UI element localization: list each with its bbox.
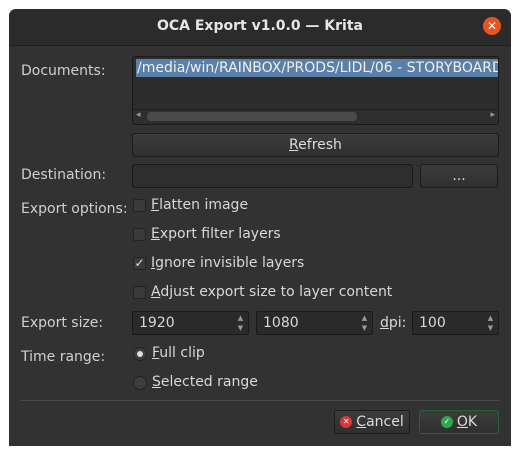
close-icon[interactable]: ✕ — [483, 17, 501, 35]
height-spin-arrows[interactable]: ▲ ▼ — [359, 313, 370, 333]
width-spinbox[interactable]: 1920 ▲ ▼ — [132, 311, 249, 335]
destination-label: Destination: — [21, 167, 107, 183]
option-mnemonic: F — [151, 197, 160, 213]
refresh-label-mnemonic: R — [289, 137, 299, 153]
scroll-right-icon[interactable]: ▸ — [490, 110, 495, 120]
dpi-label: dpi: — [380, 315, 406, 331]
scrollbar-handle[interactable] — [147, 112, 357, 121]
horizontal-scrollbar[interactable]: ◂ ▸ — [133, 109, 498, 124]
full-clip-label[interactable]: Full clip — [152, 345, 205, 361]
option-text: gnore invisible layers — [155, 255, 305, 271]
documents-label: Documents: — [21, 63, 106, 79]
option-mnemonic: A — [151, 284, 161, 300]
spin-down-icon[interactable]: ▼ — [359, 323, 370, 333]
width-spin-arrows[interactable]: ▲ ▼ — [235, 313, 246, 333]
height-value: 1080 — [263, 315, 299, 331]
dialog-window: OCA Export v1.0.0 — Krita ✕ Documents: /… — [9, 9, 511, 446]
option-text: djust export size to layer content — [160, 284, 393, 300]
refresh-label: efresh — [298, 137, 342, 153]
refresh-button[interactable]: Refresh — [132, 133, 499, 157]
cancel-mnemonic: C — [356, 414, 367, 430]
destination-field[interactable] — [132, 164, 413, 188]
option-text: latten image — [159, 197, 249, 213]
ok-icon: ✓ — [440, 416, 453, 428]
time-range-label: Time range: — [21, 349, 106, 365]
ok-label: K — [467, 414, 478, 430]
height-spinbox[interactable]: 1080 ▲ ▼ — [256, 311, 373, 335]
selected-range-radio[interactable] — [133, 376, 147, 390]
cancel-button[interactable]: ✕ Cancel — [334, 410, 410, 434]
dpi-mnemonic: d — [380, 315, 389, 331]
export-filter-layers-checkbox[interactable] — [133, 228, 146, 241]
adjust-export-size-checkbox[interactable] — [133, 286, 146, 299]
selected-range-label[interactable]: Selected range — [152, 374, 258, 390]
radio-mnemonic: S — [152, 374, 161, 390]
width-value: 1920 — [139, 315, 175, 331]
ok-mnemonic: O — [456, 414, 468, 430]
spin-down-icon[interactable]: ▼ — [235, 323, 246, 333]
cancel-icon: ✕ — [340, 416, 353, 428]
dpi-value: 100 — [419, 315, 446, 331]
flatten-image-label[interactable]: Flatten image — [151, 197, 248, 213]
radio-text: ull clip — [159, 345, 205, 361]
dpi-label-text: pi: — [388, 315, 407, 331]
title-bar: OCA Export v1.0.0 — Krita ✕ — [9, 9, 511, 46]
export-options-label: Export options: — [21, 201, 128, 217]
documents-list[interactable]: /media/win/RAINBOX/PRODS/LIDL/06 - STORY… — [132, 56, 499, 125]
spin-up-icon[interactable]: ▲ — [359, 313, 370, 323]
option-mnemonic: E — [151, 226, 160, 242]
dpi-spin-arrows[interactable]: ▲ ▼ — [485, 313, 496, 333]
spin-down-icon[interactable]: ▼ — [485, 323, 496, 333]
ok-button[interactable]: ✓ OK — [419, 410, 499, 434]
ignore-invisible-layers-checkbox[interactable]: ✓ — [133, 257, 146, 270]
cancel-label: ancel — [366, 414, 404, 430]
flatten-image-checkbox[interactable] — [133, 199, 146, 212]
option-text: xport filter layers — [159, 226, 281, 242]
adjust-export-size-label[interactable]: Adjust export size to layer content — [151, 284, 392, 300]
dpi-spinbox[interactable]: 100 ▲ ▼ — [412, 311, 499, 335]
spin-up-icon[interactable]: ▲ — [235, 313, 246, 323]
browse-button[interactable]: ... — [420, 164, 498, 188]
spin-up-icon[interactable]: ▲ — [485, 313, 496, 323]
ignore-invisible-layers-label[interactable]: Ignore invisible layers — [151, 255, 304, 271]
separator — [21, 400, 499, 401]
window-title: OCA Export v1.0.0 — Krita — [156, 18, 363, 34]
full-clip-radio[interactable] — [133, 347, 147, 361]
list-item[interactable]: /media/win/RAINBOX/PRODS/LIDL/06 - STORY… — [136, 59, 498, 77]
export-size-label: Export size: — [21, 315, 104, 331]
radio-text: elected range — [160, 374, 258, 390]
export-filter-layers-label[interactable]: Export filter layers — [151, 226, 281, 242]
scroll-left-icon[interactable]: ◂ — [136, 110, 141, 120]
